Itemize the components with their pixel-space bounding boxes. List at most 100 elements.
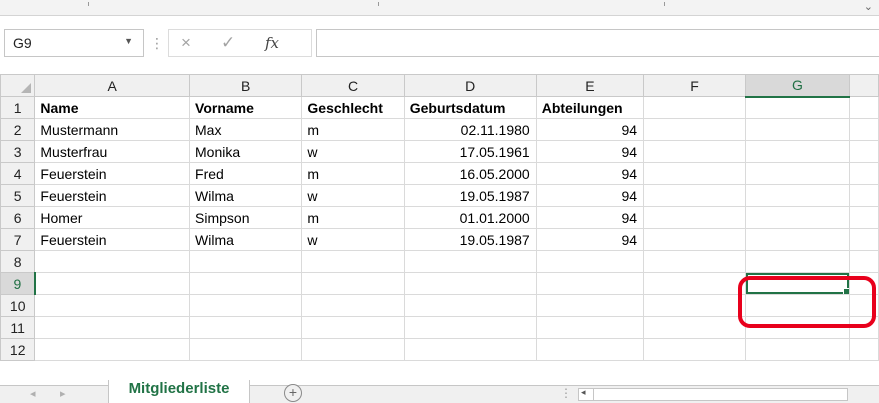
- cell-a4[interactable]: Feuerstein: [34, 162, 191, 185]
- cell-h2[interactable]: [848, 118, 879, 141]
- column-header-f[interactable]: F: [643, 74, 746, 97]
- cell-b8[interactable]: [189, 250, 303, 273]
- sheet-tab-mitgliederliste[interactable]: Mitgliederliste: [108, 380, 250, 403]
- formula-bar-splitter-icon[interactable]: ⋮: [150, 35, 164, 52]
- cell-b4[interactable]: Fred: [189, 162, 303, 185]
- row-header[interactable]: 2: [0, 118, 36, 141]
- row-header[interactable]: 5: [0, 184, 36, 207]
- row-header[interactable]: 10: [0, 294, 36, 317]
- cell-e1[interactable]: Abteilungen: [535, 96, 645, 119]
- cell-f12[interactable]: [643, 338, 746, 361]
- cell-b9[interactable]: [189, 272, 303, 295]
- row-header[interactable]: 1: [0, 96, 36, 119]
- column-header-a[interactable]: A: [34, 74, 191, 97]
- name-box[interactable]: G9 ▼: [4, 29, 144, 57]
- cell-f10[interactable]: [643, 294, 746, 317]
- cell-f3[interactable]: [643, 140, 746, 163]
- cell-g3[interactable]: [744, 140, 850, 163]
- cell-h7[interactable]: [848, 228, 879, 251]
- cell-a9[interactable]: [34, 272, 191, 295]
- column-header-e[interactable]: E: [535, 74, 645, 97]
- cell-d7[interactable]: 19.05.1987: [403, 228, 537, 251]
- prev-sheet-icon[interactable]: ◂: [30, 387, 36, 400]
- cell-c12[interactable]: [301, 338, 405, 361]
- cell-d12[interactable]: [403, 338, 537, 361]
- cell-h6[interactable]: [848, 206, 879, 229]
- cell-e11[interactable]: [535, 316, 645, 339]
- cell-a3[interactable]: Musterfrau: [34, 140, 191, 163]
- cell-f4[interactable]: [643, 162, 746, 185]
- cell-b10[interactable]: [189, 294, 303, 317]
- cell-b3[interactable]: Monika: [189, 140, 303, 163]
- cell-g8[interactable]: [744, 250, 850, 273]
- cell-e2[interactable]: 94: [535, 118, 645, 141]
- cell-h3[interactable]: [848, 140, 879, 163]
- fill-handle[interactable]: [842, 288, 849, 294]
- enter-icon[interactable]: ✓: [221, 33, 235, 53]
- row-header[interactable]: 12: [0, 338, 36, 361]
- cell-g4[interactable]: [744, 162, 850, 185]
- row-header[interactable]: 3: [0, 140, 36, 163]
- tab-splitter-icon[interactable]: ⋮: [560, 386, 572, 400]
- cell-d9[interactable]: [403, 272, 537, 295]
- cell-g10[interactable]: [744, 294, 850, 317]
- cell-b1[interactable]: Vorname: [189, 96, 303, 119]
- formula-input[interactable]: [316, 29, 879, 57]
- row-header[interactable]: 7: [0, 228, 36, 251]
- cell-c2[interactable]: m: [301, 118, 405, 141]
- row-header[interactable]: 11: [0, 316, 36, 339]
- cell-h5[interactable]: [848, 184, 879, 207]
- add-sheet-button[interactable]: +: [284, 384, 302, 402]
- ribbon-expand-icon[interactable]: ⌄: [864, 0, 873, 14]
- cell-e4[interactable]: 94: [535, 162, 645, 185]
- cell-d1[interactable]: Geburtsdatum: [403, 96, 537, 119]
- cell-d2[interactable]: 02.11.1980: [403, 118, 537, 141]
- column-header-c[interactable]: C: [301, 74, 405, 97]
- cell-c6[interactable]: m: [301, 206, 405, 229]
- cell-d10[interactable]: [403, 294, 537, 317]
- cell-g11[interactable]: [744, 316, 850, 339]
- cell-a7[interactable]: Feuerstein: [34, 228, 191, 251]
- row-header[interactable]: 6: [0, 206, 36, 229]
- cell-b12[interactable]: [189, 338, 303, 361]
- cell-g7[interactable]: [744, 228, 850, 251]
- insert-function-icon[interactable]: fx: [265, 34, 279, 52]
- cell-e8[interactable]: [535, 250, 645, 273]
- cell-c10[interactable]: [301, 294, 405, 317]
- cell-a1[interactable]: Name: [34, 96, 191, 119]
- cell-g1[interactable]: [744, 96, 850, 119]
- cell-d8[interactable]: [403, 250, 537, 273]
- cell-c3[interactable]: w: [301, 140, 405, 163]
- cell-c7[interactable]: w: [301, 228, 405, 251]
- cell-a5[interactable]: Feuerstein: [34, 184, 191, 207]
- chevron-down-icon[interactable]: ▼: [124, 36, 133, 46]
- column-header-g[interactable]: G: [744, 74, 850, 98]
- cell-b6[interactable]: Simpson: [189, 206, 303, 229]
- cell-f7[interactable]: [643, 228, 746, 251]
- cell-e12[interactable]: [535, 338, 645, 361]
- cell-d4[interactable]: 16.05.2000: [403, 162, 537, 185]
- cell-g5[interactable]: [744, 184, 850, 207]
- scroll-left-icon[interactable]: ◂: [581, 387, 586, 398]
- cell-h10[interactable]: [848, 294, 879, 317]
- cell-d11[interactable]: [403, 316, 537, 339]
- cell-c5[interactable]: w: [301, 184, 405, 207]
- cell-f11[interactable]: [643, 316, 746, 339]
- column-header-d[interactable]: D: [403, 74, 537, 97]
- cell-g12[interactable]: [744, 338, 850, 361]
- cell-g2[interactable]: [744, 118, 850, 141]
- column-header-b[interactable]: B: [189, 74, 303, 97]
- cell-e9[interactable]: [535, 272, 645, 295]
- cell-d5[interactable]: 19.05.1987: [403, 184, 537, 207]
- cell-g6[interactable]: [744, 206, 850, 229]
- cell-c1[interactable]: Geschlecht: [301, 96, 405, 119]
- cell-h12[interactable]: [848, 338, 879, 361]
- cell-f2[interactable]: [643, 118, 746, 141]
- select-all-button[interactable]: [0, 74, 36, 97]
- cell-h11[interactable]: [848, 316, 879, 339]
- cell-a12[interactable]: [34, 338, 191, 361]
- cell-a6[interactable]: Homer: [34, 206, 191, 229]
- cell-e3[interactable]: 94: [535, 140, 645, 163]
- active-cell-g9[interactable]: [744, 272, 850, 295]
- cell-e7[interactable]: 94: [535, 228, 645, 251]
